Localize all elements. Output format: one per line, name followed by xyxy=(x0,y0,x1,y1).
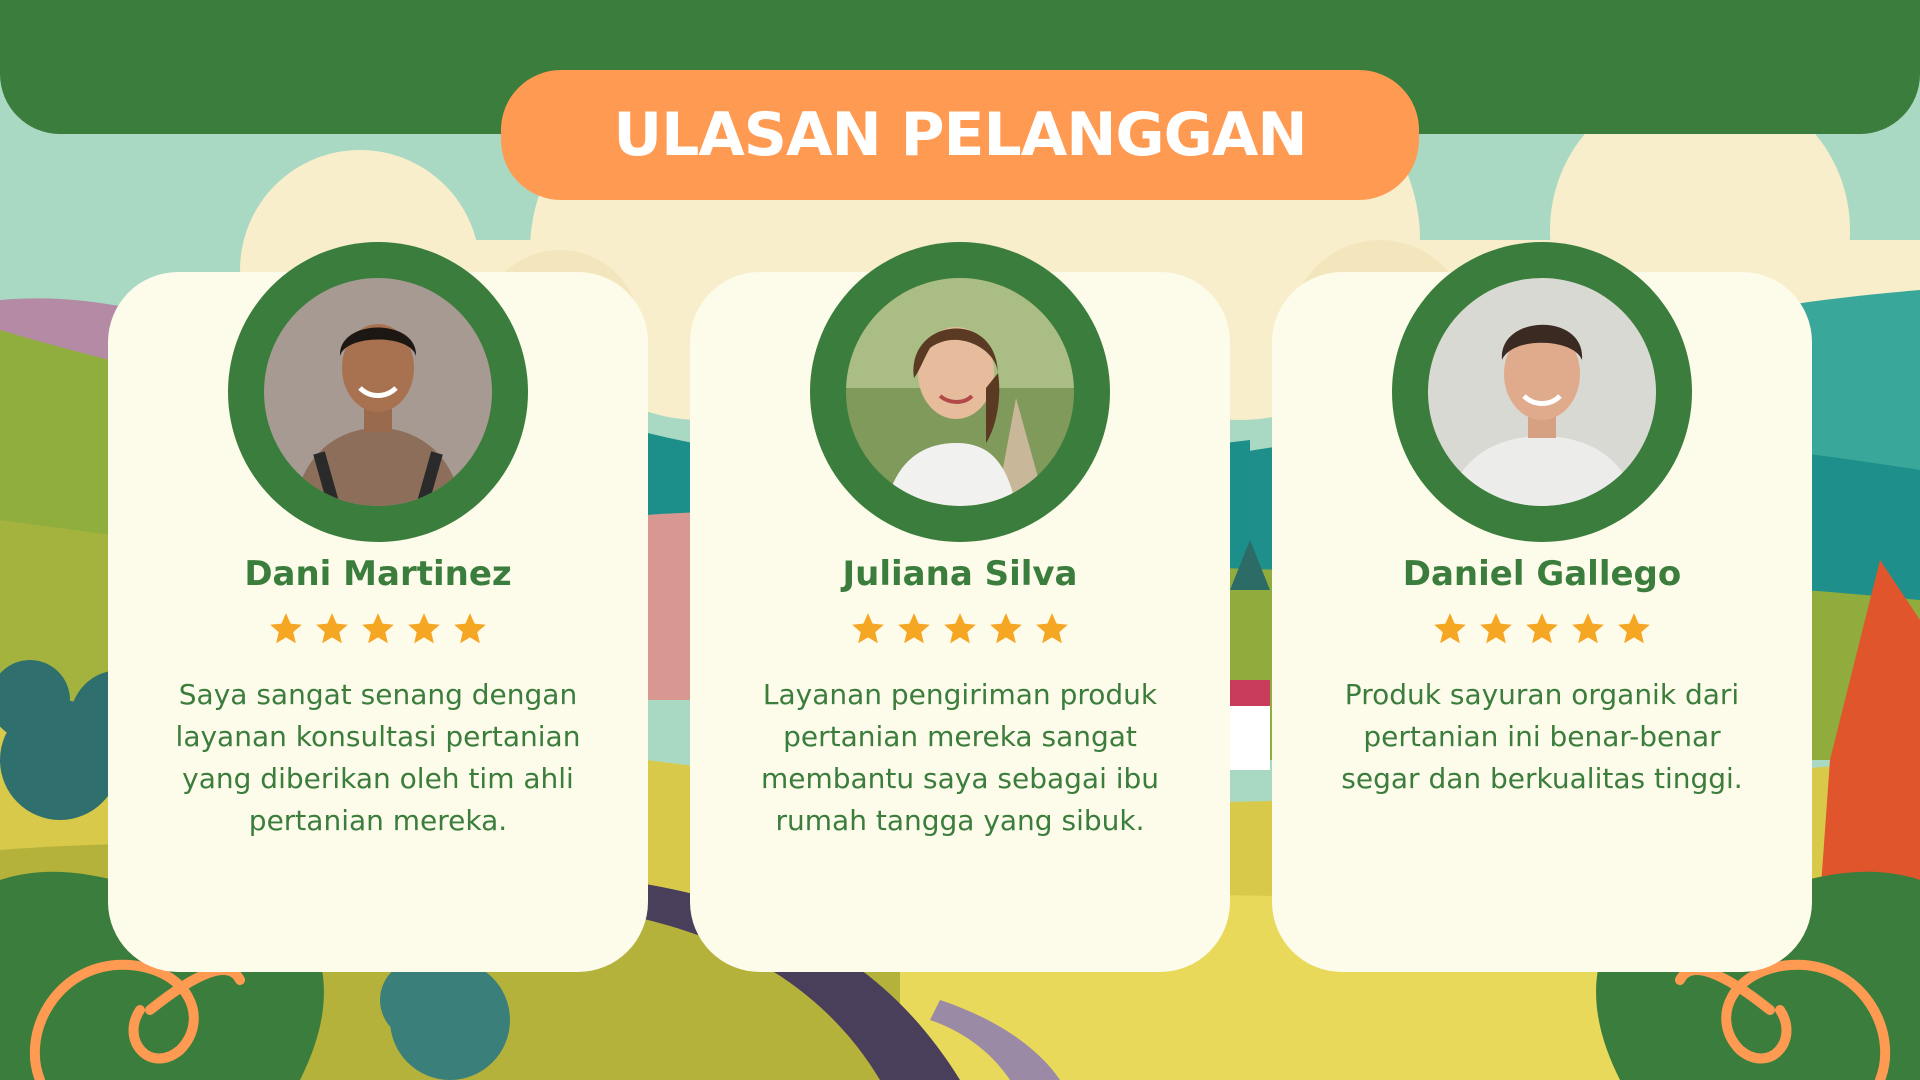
review-card: Dani Martinez Saya sangat senang dengan … xyxy=(108,242,648,972)
avatar-ring xyxy=(810,242,1110,542)
reviewer-name: Dani Martinez xyxy=(244,554,512,594)
star-icon xyxy=(1526,613,1558,644)
review-text: Produk sayuran organik dari pertanian in… xyxy=(1341,678,1743,795)
star-icon xyxy=(944,613,976,644)
avatar xyxy=(264,278,492,506)
slide-title: ULASAN PELANGGAN xyxy=(613,100,1307,170)
star-icon xyxy=(316,613,348,644)
review-card: Juliana Silva Layanan pengiriman produk … xyxy=(690,242,1230,972)
star-icon xyxy=(1572,613,1604,644)
star-rating xyxy=(108,610,648,648)
avatar xyxy=(846,278,1074,506)
star-rating xyxy=(690,610,1230,648)
review-text: Saya sangat senang dengan layanan konsul… xyxy=(175,678,581,837)
star-icon xyxy=(898,613,930,644)
star-icon xyxy=(1480,613,1512,644)
review-card: Daniel Gallego Produk sayuran organik da… xyxy=(1272,242,1812,972)
avatar-ring xyxy=(1392,242,1692,542)
star-icon xyxy=(1618,613,1650,644)
avatar-ring xyxy=(228,242,528,542)
star-icon xyxy=(1434,613,1466,644)
star-icon xyxy=(270,613,302,644)
star-icon xyxy=(990,613,1022,644)
star-icon xyxy=(408,613,440,644)
reviewer-name: Daniel Gallego xyxy=(1402,554,1682,594)
star-rating xyxy=(1272,610,1812,648)
star-icon xyxy=(362,613,394,644)
reviewer-name: Juliana Silva xyxy=(842,554,1078,594)
star-icon xyxy=(454,613,486,644)
title-banner: ULASAN PELANGGAN xyxy=(501,70,1419,200)
avatar xyxy=(1428,278,1656,506)
star-icon xyxy=(852,613,884,644)
review-text: Layanan pengiriman produk pertanian mere… xyxy=(760,678,1160,837)
star-icon xyxy=(1036,613,1068,644)
